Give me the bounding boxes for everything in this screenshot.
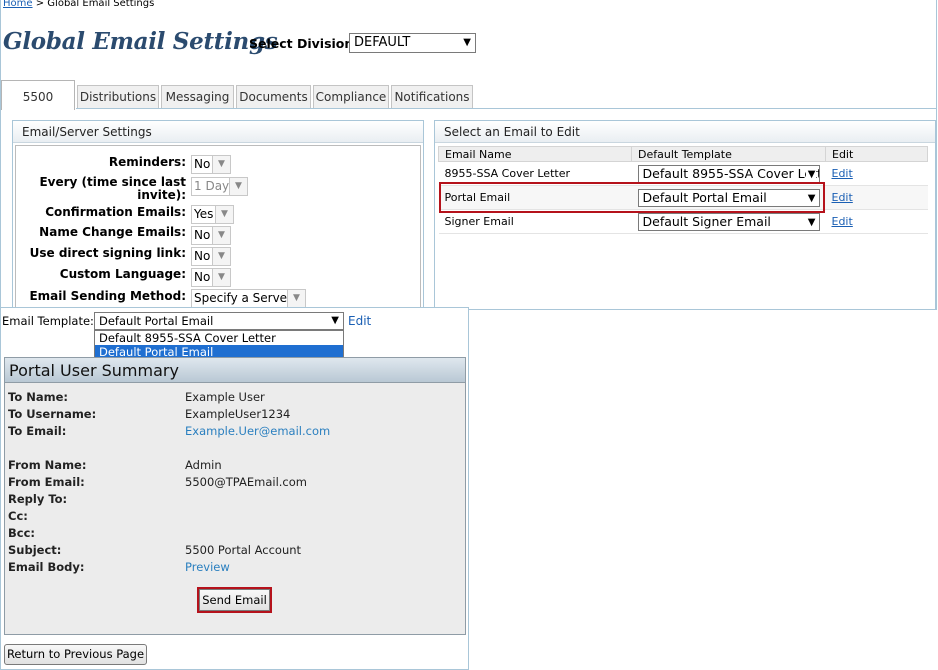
- from-name-value: Admin: [185, 458, 222, 472]
- name-change-emails-label: Name Change Emails:: [39, 225, 186, 239]
- template-select-value: Default Signer Email: [642, 213, 771, 229]
- name-change-emails-value: No: [194, 228, 211, 242]
- email-table: Email Name Default Template Edit 8955-SS…: [438, 146, 928, 234]
- from-email-value: 5500@TPAEmail.com: [185, 475, 307, 489]
- every-label: Every (time since last invite):: [39, 175, 186, 202]
- to-username-value: ExampleUser1234: [185, 407, 291, 421]
- reminders-label: Reminders:: [108, 155, 186, 169]
- division-label: Select Division:: [249, 36, 359, 51]
- email-template-value: Default Portal Email: [99, 314, 214, 328]
- tab-messaging[interactable]: Messaging: [161, 85, 234, 109]
- table-row: 8955-SSA Cover Letter Default 8955-SSA C…: [438, 161, 928, 186]
- tab-divider: [76, 108, 937, 109]
- chevron-down-icon: ▼: [215, 206, 233, 223]
- name-change-emails-select[interactable]: No ▼: [191, 226, 231, 245]
- to-username-label: To Username:: [8, 407, 97, 421]
- custom-language-label: Custom Language:: [59, 267, 186, 281]
- to-email-label: To Email:: [8, 424, 67, 438]
- bcc-label: Bcc:: [8, 526, 35, 540]
- confirmation-emails-select[interactable]: Yes ▼: [191, 205, 234, 224]
- email-template-edit-link[interactable]: Edit: [348, 314, 371, 328]
- chevron-down-icon: ▼: [212, 248, 230, 265]
- from-email-label: From Email:: [8, 475, 85, 489]
- reply-to-label: Reply To:: [8, 492, 68, 506]
- every-select: 1 Day ▼: [191, 177, 248, 196]
- from-name-label: From Name:: [8, 458, 87, 472]
- sending-method-select[interactable]: Specify a Server ▼: [191, 289, 306, 308]
- email-template-label: Email Template:: [2, 314, 94, 328]
- template-cell: Default Signer Email ▼: [631, 209, 826, 234]
- col-email-name: Email Name: [438, 146, 632, 162]
- every-value: 1 Day: [194, 179, 230, 193]
- tab-distributions[interactable]: Distributions: [77, 85, 159, 109]
- chevron-down-icon: ▼: [212, 156, 230, 173]
- chevron-down-icon: ▼: [805, 214, 816, 230]
- sending-method-value: Specify a Server: [194, 291, 292, 305]
- email-body-preview-link[interactable]: Preview: [185, 560, 230, 574]
- subject-value: 5500 Portal Account: [185, 543, 302, 557]
- breadcrumb-home-link[interactable]: Home: [3, 0, 33, 9]
- to-name-label: To Name:: [8, 390, 68, 404]
- chevron-down-icon: ▼: [331, 315, 339, 326]
- sending-method-label: Email Sending Method:: [29, 289, 186, 303]
- email-select-title: Select an Email to Edit: [435, 121, 935, 143]
- custom-language-select[interactable]: No ▼: [191, 268, 231, 287]
- col-edit: Edit: [825, 146, 928, 162]
- chevron-down-icon: ▼: [805, 166, 816, 182]
- breadcrumb-separator: >: [35, 0, 45, 9]
- summary-title: Portal User Summary: [5, 358, 465, 383]
- confirmation-emails-label: Confirmation Emails:: [45, 205, 186, 219]
- direct-signing-link-select[interactable]: No ▼: [191, 247, 231, 266]
- breadcrumb: Home > Global Email Settings: [3, 0, 154, 9]
- chevron-down-icon: ▼: [287, 290, 305, 307]
- edit-link[interactable]: Edit: [832, 167, 853, 180]
- return-to-previous-page-button[interactable]: Return to Previous Page: [4, 644, 147, 665]
- template-select-value: Default Portal Email: [642, 189, 767, 205]
- page-title: Global Email Settings: [3, 28, 278, 55]
- chevron-down-icon: ▼: [463, 37, 471, 48]
- breadcrumb-current: Global Email Settings: [47, 0, 155, 9]
- chevron-down-icon: ▼: [229, 178, 247, 195]
- to-name-value: Example User: [185, 390, 265, 404]
- template-select[interactable]: Default Portal Email ▼: [637, 188, 820, 207]
- send-email-button[interactable]: Send Email: [199, 589, 270, 611]
- reminders-value: No: [194, 157, 211, 171]
- table-row: Signer Email Default Signer Email ▼ Edit: [438, 209, 928, 234]
- edit-link[interactable]: Edit: [832, 215, 853, 228]
- reminders-select[interactable]: No ▼: [191, 155, 231, 174]
- email-template-dropdown: Default 8955-SSA Cover Letter Default Po…: [94, 330, 344, 360]
- tab-notifications[interactable]: Notifications: [391, 85, 473, 109]
- chevron-down-icon: ▼: [212, 269, 230, 286]
- template-select[interactable]: Default 8955-SSA Cover Letter ▼: [637, 164, 820, 183]
- edit-link[interactable]: Edit: [832, 191, 853, 204]
- tab-documents[interactable]: Documents: [236, 85, 311, 109]
- division-select[interactable]: DEFAULT ▼: [349, 33, 476, 53]
- template-cell: Default Portal Email ▼: [631, 185, 826, 210]
- server-settings-title: Email/Server Settings: [13, 121, 423, 143]
- chevron-down-icon: ▼: [805, 190, 816, 206]
- dropdown-option[interactable]: Default 8955-SSA Cover Letter: [95, 331, 343, 345]
- table-header-row: Email Name Default Template Edit: [438, 146, 928, 162]
- tab-compliance[interactable]: Compliance: [313, 85, 389, 109]
- template-select-value: Default 8955-SSA Cover Letter: [642, 165, 820, 181]
- table-row: Portal Email Default Portal Email ▼ Edit: [438, 185, 928, 210]
- email-name-cell: Signer Email: [438, 209, 632, 234]
- chevron-down-icon: ▼: [212, 227, 230, 244]
- division-select-value: DEFAULT: [354, 35, 411, 50]
- template-cell: Default 8955-SSA Cover Letter ▼: [631, 161, 826, 186]
- to-email-value[interactable]: Example.Uer@email.com: [185, 424, 330, 438]
- email-template-select[interactable]: Default Portal Email ▼: [94, 312, 344, 330]
- cc-label: Cc:: [8, 509, 28, 523]
- direct-signing-link-label: Use direct signing link:: [29, 246, 186, 260]
- subject-label: Subject:: [8, 543, 62, 557]
- email-body-label: Email Body:: [8, 560, 85, 574]
- email-name-cell: 8955-SSA Cover Letter: [438, 161, 632, 186]
- tab-5500[interactable]: 5500: [1, 80, 75, 110]
- col-default-template: Default Template: [631, 146, 826, 162]
- direct-signing-link-value: No: [194, 249, 211, 263]
- email-name-cell: Portal Email: [438, 185, 632, 210]
- confirmation-emails-value: Yes: [194, 207, 214, 221]
- template-select[interactable]: Default Signer Email ▼: [637, 212, 820, 231]
- custom-language-value: No: [194, 270, 211, 284]
